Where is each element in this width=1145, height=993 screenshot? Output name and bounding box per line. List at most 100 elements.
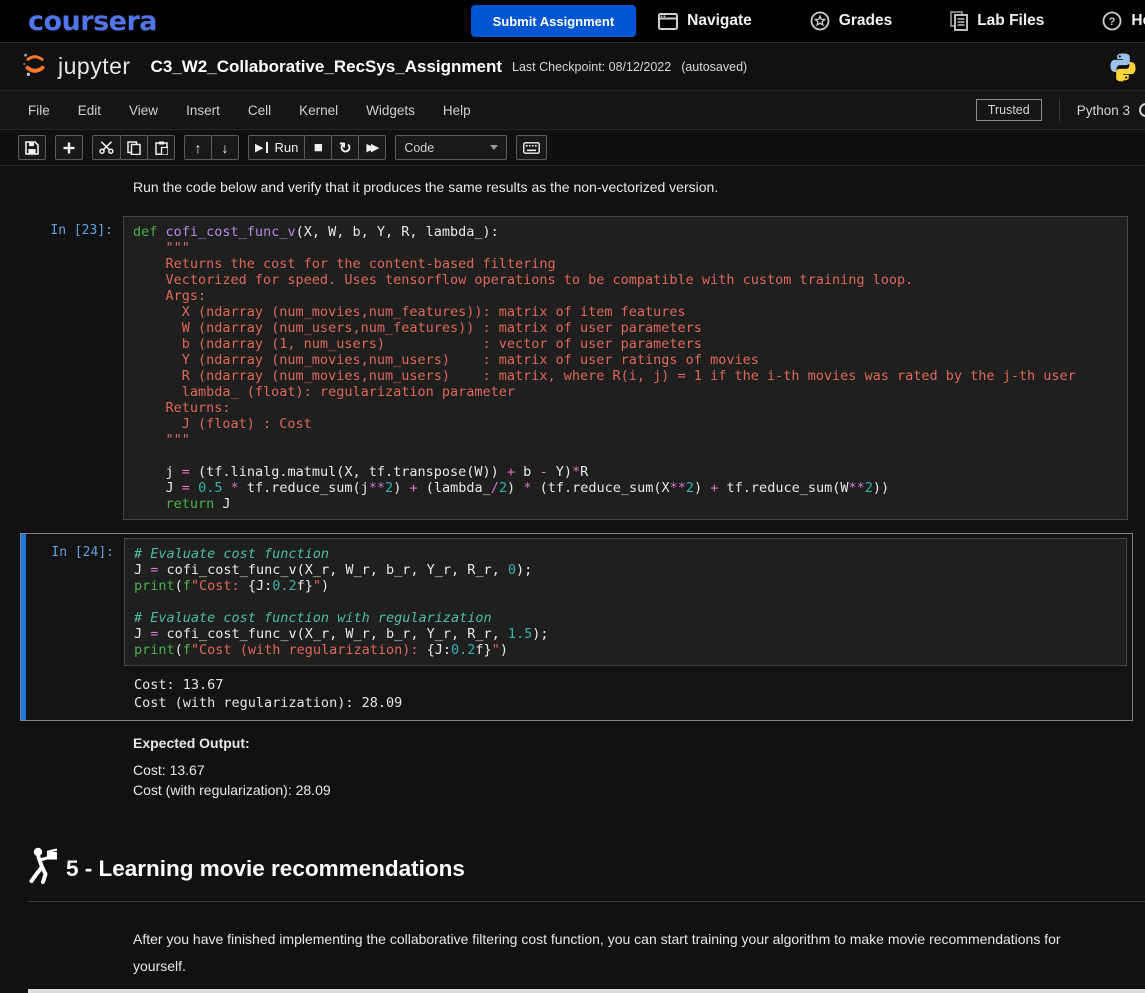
nav-item-navigate[interactable]: Navigate (658, 12, 752, 30)
section-heading-block: 5 - Learning movie recommendations (28, 846, 1145, 902)
code-line: print(f"Cost (with regularization): {J:0… (134, 642, 508, 658)
kernel-name: Python 3 (1076, 102, 1130, 118)
nav-item-help[interactable]: ? Help (1102, 11, 1145, 31)
code-line: X (ndarray (num_movies,num_features)): m… (133, 304, 686, 320)
keyboard-icon (523, 141, 541, 154)
code-line: J (float) : Cost (133, 416, 312, 432)
code-line: b (ndarray (1, num_users) : vector of us… (133, 336, 702, 352)
jupyter-logo[interactable]: jupyter (20, 49, 131, 84)
markdown-intro-text: Run the code below and verify that it pr… (133, 179, 719, 195)
code-editor-24[interactable]: # Evaluate cost function J = cofi_cost_fu… (124, 538, 1127, 666)
expected-output-heading: Expected Output: (133, 735, 250, 751)
autosave-status: (autosaved) (681, 59, 748, 74)
code-line: J = 0.5 * tf.reduce_sum(j**2) + (lambda_… (133, 480, 890, 496)
coursera-logo[interactable]: coursera (28, 6, 158, 37)
jupyter-wordmark: jupyter (58, 53, 131, 79)
move-cell-down-button[interactable]: ↓ (211, 135, 239, 160)
toolbar-group-keyboard (516, 135, 548, 160)
code-line: """ (133, 240, 190, 256)
code-line: print(f"Cost: {J:0.2f}") (134, 578, 330, 594)
command-palette-button[interactable] (516, 135, 548, 160)
paragraph-line: yourself. (133, 958, 186, 974)
restart-run-all-button[interactable]: ▶▶ (358, 135, 387, 160)
menu-help[interactable]: Help (443, 103, 471, 118)
chevron-down-icon (490, 145, 499, 150)
menu-divider (1058, 99, 1060, 121)
run-label: Run (274, 140, 299, 155)
save-icon (25, 140, 39, 155)
code-editor-23[interactable]: def cofi_cost_func_v(X, W, b, Y, R, lamb… (123, 216, 1128, 520)
code-line: j = (tf.linalg.matmul(X, tf.transpose(W)… (133, 464, 589, 480)
menu-view[interactable]: View (129, 103, 158, 118)
trusted-badge[interactable]: Trusted (975, 99, 1042, 121)
cut-cell-icon (99, 141, 114, 154)
cut-cell-button[interactable] (92, 135, 121, 160)
code-line: # Evaluate cost function with regulariza… (134, 610, 492, 626)
kernel-idle-circle-icon (1139, 103, 1145, 117)
menu-file[interactable]: File (28, 103, 50, 118)
run-button[interactable]: ▶ Run (248, 135, 306, 160)
submit-assignment-button[interactable]: Submit Assignment (470, 5, 637, 37)
help-icon: ? (1102, 11, 1122, 31)
lab-files-icon (950, 11, 969, 31)
code-line: # Evaluate cost function (134, 546, 330, 562)
add-cell-button[interactable] (55, 135, 83, 160)
paragraph-line: After you have finished implementing the… (133, 931, 1061, 947)
menu-widgets[interactable]: Widgets (366, 103, 415, 118)
toolbar-group-run: ▶ Run ■ ↻ ▶▶ (248, 135, 387, 160)
checkpoint-text: Last Checkpoint: 08/12/2022 (512, 59, 672, 74)
code-line: Vectorized for speed. Uses tensorflow op… (133, 272, 914, 288)
markdown-paragraph: After you have finished implementing the… (133, 926, 1145, 980)
toolbar-group-move: ↑ ↓ (184, 135, 239, 160)
next-cell-edge (28, 989, 1145, 993)
code-line: return J (133, 496, 231, 512)
coursera-top-bar: coursera Submit Assignment Navigate Grad… (0, 0, 1145, 42)
svg-text:?: ? (1109, 16, 1116, 28)
code-line: J = cofi_cost_func_v(X_r, W_r, b_r, Y_r,… (134, 626, 549, 642)
nav-item-grades[interactable]: Grades (810, 11, 892, 31)
nav-label: Help (1131, 12, 1145, 29)
cell-input-row: In [24]: # Evaluate cost function J = cof… (21, 538, 1132, 666)
menu-insert[interactable]: Insert (186, 103, 220, 118)
move-cell-down-icon: ↓ (221, 139, 229, 156)
toolbar-group-edit (92, 135, 175, 160)
paste-cell-button[interactable] (147, 135, 175, 160)
notebook-menu-bar: File Edit View Insert Cell Kernel Widget… (0, 90, 1145, 130)
navigate-window-icon (658, 12, 679, 30)
cell-prompt: In [23]: (50, 223, 113, 238)
stop-button[interactable]: ■ (304, 135, 333, 160)
code-line: R (ndarray (num_movies,num_users) : matr… (133, 368, 1076, 384)
copy-cell-button[interactable] (120, 135, 148, 160)
menu-cell[interactable]: Cell (248, 103, 271, 118)
move-cell-up-button[interactable]: ↑ (184, 135, 212, 160)
code-line: Args: (133, 288, 207, 304)
jupyter-logo-icon (20, 49, 50, 84)
menu-kernel[interactable]: Kernel (299, 103, 338, 118)
code-line: def cofi_cost_func_v(X, W, b, Y, R, lamb… (133, 224, 499, 240)
expected-output-line: Cost (with regularization): 28.09 (133, 782, 331, 798)
nav-item-lab-files[interactable]: Lab Files (950, 11, 1044, 31)
notebook-scroll-area[interactable]: Run the code below and verify that it pr… (0, 166, 1145, 993)
menu-edit[interactable]: Edit (78, 103, 101, 118)
save-button[interactable] (18, 135, 46, 160)
code-line: """ (133, 432, 190, 448)
add-cell-icon (63, 142, 75, 154)
nav-label: Grades (838, 12, 893, 29)
restart-run-all-icon: ▶▶ (366, 142, 379, 154)
cell-output: Cost: 13.67 Cost (with regularization): … (134, 677, 403, 711)
code-line: Returns the cost for the content-based f… (133, 256, 556, 272)
grades-star-icon (810, 11, 830, 31)
clapperboard-person-icon (28, 846, 58, 891)
restart-kernel-icon: ↻ (339, 139, 352, 157)
move-cell-up-icon: ↑ (194, 139, 202, 156)
code-cell-24-selected[interactable]: In [24]: # Evaluate cost function J = cof… (20, 533, 1133, 721)
top-nav: Navigate Grades Lab Files ? Help (658, 11, 1145, 31)
code-cell-23[interactable]: In [23]: def cofi_cost_func_v(X, W, b, Y… (0, 216, 1145, 520)
restart-kernel-button[interactable]: ↻ (331, 135, 360, 160)
code-line: W (ndarray (num_users,num_features)) : m… (133, 320, 702, 336)
cell-type-select[interactable]: Code (395, 135, 508, 160)
notebook-title[interactable]: C3_W2_Collaborative_RecSys_Assignment (151, 57, 502, 77)
nav-label: Navigate (687, 12, 752, 29)
